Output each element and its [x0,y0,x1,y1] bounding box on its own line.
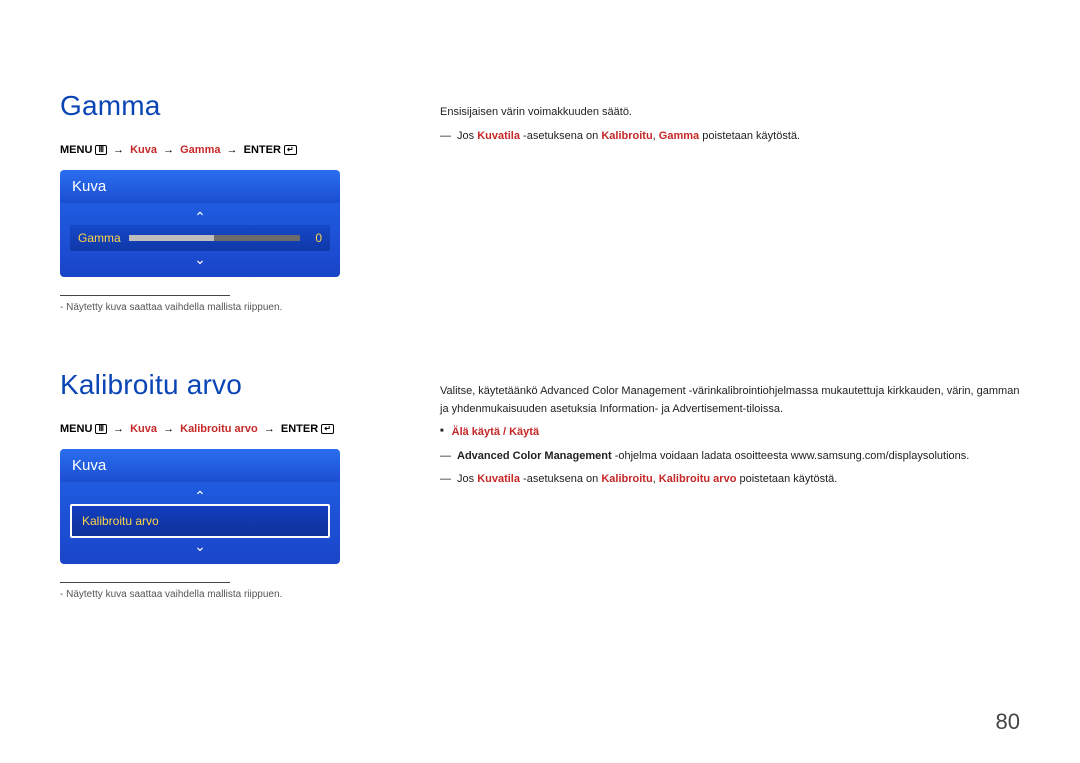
section-gamma: Gamma MENU Ⅲ → Kuva → Gamma → ENTER ↵ Ku… [60,90,1020,313]
osd-header: Kuva [60,170,340,203]
path-kuva: Kuva [130,144,157,156]
nav-up[interactable]: ⌃ [70,488,330,504]
option-values: Älä käytä / Käytä [452,424,539,442]
path-kalibroitu: Kalibroitu arvo [180,423,258,435]
footnote-kalibroitu: - Näytetty kuva saattaa vaihdella mallis… [60,589,400,600]
dash-icon: ― [440,448,451,466]
nav-down[interactable]: ⌄ [70,251,330,267]
select-label: Kalibroitu arvo [82,514,159,528]
chevron-down-icon: ⌄ [194,538,206,554]
path-menu: MENU [60,144,92,156]
osd-body: ⌃ Gamma 0 ⌄ [60,203,340,277]
osd-panel-gamma: Kuva ⌃ Gamma 0 ⌄ [60,170,340,277]
manual-page: Gamma MENU Ⅲ → Kuva → Gamma → ENTER ↵ Ku… [0,0,1080,763]
nav-up[interactable]: ⌃ [70,209,330,225]
right-column-gamma: Ensisijaisen värin voimakkuuden säätö. ―… [440,90,1020,313]
slider-track[interactable] [129,235,300,241]
page-number: 80 [996,709,1020,735]
desc-kalibroitu: Valitse, käytetäänkö Advanced Color Mana… [440,383,1020,418]
osd-header: Kuva [60,449,340,482]
slider-label: Gamma [78,231,121,245]
option-bullet: ■ Älä käytä / Käytä [440,424,1020,442]
osd-body: ⌃ Kalibroitu arvo ⌄ [60,482,340,564]
note-text: Jos Kuvatila -asetuksena on Kalibroitu, … [457,471,837,489]
enter-icon: ↵ [284,145,297,155]
section-title-kalibroitu: Kalibroitu arvo [60,369,400,401]
footnote-text: Näytetty kuva saattaa vaihdella mallista… [66,589,282,600]
note-text: Advanced Color Management -ohjelma voida… [457,448,969,466]
note-gamma: ― Jos Kuvatila -asetuksena on Kalibroitu… [440,128,1020,146]
path-arrow: → [227,144,238,156]
path-enter: ENTER [244,144,281,156]
path-menu: MENU [60,423,92,435]
bullet-icon: ■ [440,424,444,442]
desc-gamma: Ensisijaisen värin voimakkuuden säätö. [440,104,1020,122]
path-arrow: → [163,423,174,435]
chevron-up-icon: ⌃ [194,488,206,504]
path-arrow: → [113,423,124,435]
path-kuva: Kuva [130,423,157,435]
footnote-gamma: - Näytetty kuva saattaa vaihdella mallis… [60,302,400,313]
section-title-gamma: Gamma [60,90,400,122]
menu-icon: Ⅲ [95,145,107,155]
divider [60,582,230,583]
enter-icon: ↵ [321,424,334,434]
left-column: Kalibroitu arvo MENU Ⅲ → Kuva → Kalibroi… [60,369,400,600]
dash-icon: ― [440,471,451,489]
path-arrow: → [264,423,275,435]
nav-path-kalibroitu: MENU Ⅲ → Kuva → Kalibroitu arvo → ENTER … [60,423,400,435]
path-arrow: → [163,144,174,156]
menu-icon: Ⅲ [95,424,107,434]
gamma-slider-row[interactable]: Gamma 0 [70,225,330,251]
note-kuvatila: ― Jos Kuvatila -asetuksena on Kalibroitu… [440,471,1020,489]
path-arrow: → [113,144,124,156]
path-enter: ENTER [281,423,318,435]
section-kalibroitu: Kalibroitu arvo MENU Ⅲ → Kuva → Kalibroi… [60,369,1020,600]
chevron-up-icon: ⌃ [194,209,206,225]
footnote-text: Näytetty kuva saattaa vaihdella mallista… [66,302,282,313]
path-gamma: Gamma [180,144,220,156]
chevron-down-icon: ⌄ [194,251,206,267]
kalibroitu-select-row[interactable]: Kalibroitu arvo [70,504,330,538]
right-column-kalibroitu: Valitse, käytetäänkö Advanced Color Mana… [440,369,1020,600]
nav-path-gamma: MENU Ⅲ → Kuva → Gamma → ENTER ↵ [60,144,400,156]
osd-panel-kalibroitu: Kuva ⌃ Kalibroitu arvo ⌄ [60,449,340,564]
divider [60,295,230,296]
note-text: Jos Kuvatila -asetuksena on Kalibroitu, … [457,128,800,146]
nav-down[interactable]: ⌄ [70,538,330,554]
slider-value: 0 [308,231,322,245]
note-acm: ― Advanced Color Management -ohjelma voi… [440,448,1020,466]
dash-icon: ― [440,128,451,146]
left-column: Gamma MENU Ⅲ → Kuva → Gamma → ENTER ↵ Ku… [60,90,400,313]
